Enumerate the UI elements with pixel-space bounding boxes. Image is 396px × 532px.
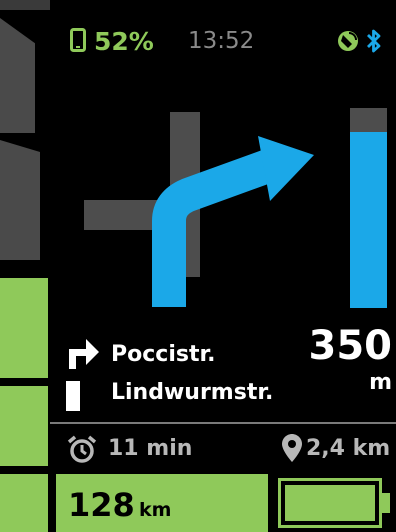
- distance-progress-fill: [350, 132, 387, 308]
- phone-icon: [70, 28, 86, 56]
- battery-tip: [382, 493, 390, 513]
- distance-unit: m: [369, 370, 392, 395]
- alarm-clock-icon: [66, 434, 98, 468]
- satellite-icon: [337, 30, 359, 56]
- ebike-battery-icon: [278, 478, 382, 528]
- next-street: Poccistr.: [111, 342, 216, 367]
- assist-segment-2: [0, 18, 35, 133]
- turn-arrow-graphic: [80, 100, 320, 319]
- clock: 13:52: [188, 28, 255, 54]
- current-street: Lindwurmstr.: [111, 380, 274, 405]
- distance-progress-bar: [350, 108, 387, 308]
- divider: [50, 422, 396, 424]
- assist-segment-3: [0, 140, 40, 260]
- bluetooth-icon: [366, 28, 382, 58]
- straight-road-icon: [66, 381, 80, 411]
- location-pin-icon: [282, 434, 302, 466]
- assist-segment-6: [0, 474, 48, 532]
- assist-segment-1: [0, 0, 50, 10]
- distance-value: 350: [308, 323, 393, 369]
- ebike-battery-fill: [285, 485, 375, 521]
- range-value: 128: [68, 486, 135, 524]
- phone-battery-percent: 52%: [94, 27, 154, 56]
- assist-segment-4: [0, 278, 48, 378]
- eta-label: 11 min: [108, 436, 193, 461]
- assist-segment-5: [0, 386, 48, 466]
- range-unit: km: [139, 499, 172, 521]
- remaining-distance: 2,4 km: [306, 436, 391, 461]
- turn-right-icon: [66, 335, 100, 373]
